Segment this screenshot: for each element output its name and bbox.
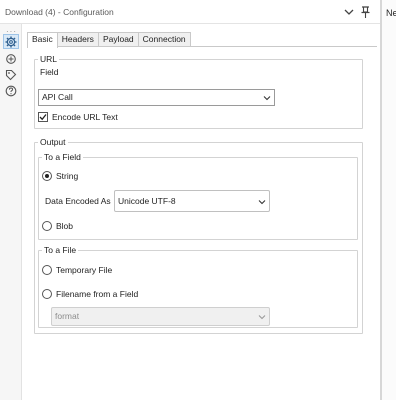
adjacent-pane-text: Ne [386, 8, 396, 18]
encoding-value: Unicode UTF-8 [118, 196, 176, 206]
connection-icon [6, 53, 16, 64]
gear-icon [5, 36, 17, 47]
blob-radio[interactable] [42, 221, 52, 231]
tab-payload[interactable]: Payload [97, 32, 139, 47]
tab-headers[interactable]: Headers [56, 32, 99, 47]
tag-icon [5, 69, 17, 80]
encoding-select[interactable]: Unicode UTF-8 [114, 190, 270, 212]
filename-from-field-radio[interactable] [42, 289, 52, 299]
encode-url-label: Encode URL Text [52, 112, 118, 122]
chevron-down-icon[interactable] [343, 6, 355, 18]
url-field-select[interactable]: API Call [38, 89, 275, 106]
chevron-down-icon [258, 315, 266, 320]
to-file-legend: To a File [42, 245, 79, 255]
checkmark-icon [39, 114, 47, 121]
adjacent-pane: Ne [382, 0, 396, 400]
to-field-legend: To a Field [42, 152, 83, 162]
filename-from-field-label: Filename from a Field [56, 289, 139, 299]
window-title: Download (4) - Configuration [5, 7, 114, 17]
url-field-label: Field [40, 67, 59, 77]
config-tabs: Basic Headers Payload Connection [27, 32, 191, 48]
data-encoded-as-label: Data Encoded As [45, 196, 111, 206]
temporary-file-radio[interactable] [42, 265, 52, 275]
output-group-legend: Output [38, 137, 68, 147]
window-titlebar: Download (4) - Configuration [0, 0, 380, 24]
tab-basic[interactable]: Basic [27, 32, 58, 48]
rail-item-configuration[interactable] [3, 34, 19, 49]
chevron-down-icon [263, 96, 271, 101]
pin-icon[interactable] [359, 5, 372, 19]
rail-item-help[interactable] [3, 83, 19, 98]
string-radio[interactable] [42, 171, 52, 181]
filename-field-value: format [55, 311, 80, 321]
help-icon [5, 85, 17, 96]
chevron-down-icon [258, 200, 266, 205]
rail-item-annotation[interactable] [3, 67, 19, 82]
encode-url-checkbox[interactable] [38, 112, 48, 122]
temporary-file-label: Temporary File [56, 265, 113, 275]
tab-strip-border [27, 46, 377, 47]
rail-item-connections[interactable] [3, 51, 19, 66]
tab-connection[interactable]: Connection [137, 32, 191, 47]
string-radio-label: String [56, 171, 79, 181]
url-group-legend: URL [38, 54, 60, 64]
filename-field-select[interactable]: format [51, 307, 270, 326]
blob-radio-label: Blob [56, 221, 74, 231]
url-field-value: API Call [42, 92, 73, 102]
